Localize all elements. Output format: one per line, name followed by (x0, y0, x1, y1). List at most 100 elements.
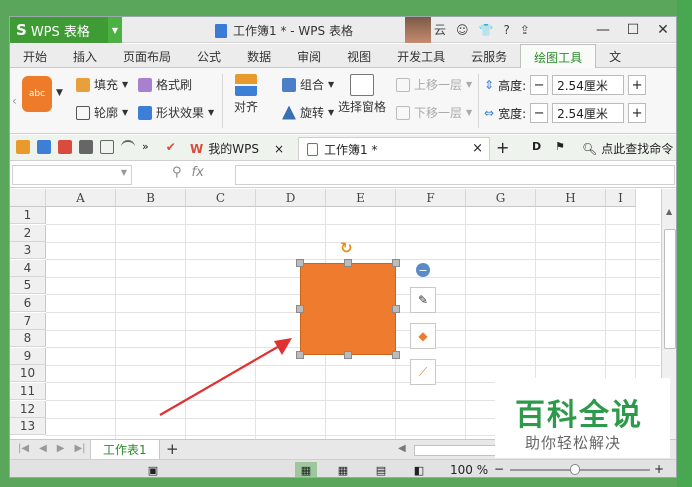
column-header-e[interactable]: E (326, 189, 396, 207)
macro-icon[interactable]: ▣ (142, 462, 164, 477)
zoom-formula-icon[interactable]: ⚲ (172, 165, 182, 180)
tab-data[interactable]: 数据 (234, 44, 284, 68)
align-button[interactable]: 对齐 (234, 74, 258, 115)
tab-view[interactable]: 视图 (334, 44, 384, 68)
tab-drawing-tools[interactable]: 绘图工具 (520, 44, 597, 69)
resize-handle[interactable] (296, 305, 304, 313)
chevron-down-icon[interactable]: ▼ (121, 168, 127, 177)
height-input[interactable]: 2.54厘米 (552, 75, 625, 95)
tab-page-layout[interactable]: 页面布局 (110, 44, 184, 68)
help-button[interactable]: ? (503, 23, 509, 37)
format-painter-button[interactable]: 格式刷 (138, 76, 192, 93)
tab-formula[interactable]: 公式 (184, 44, 234, 68)
sheet-tab-1[interactable]: 工作表1 (90, 440, 160, 460)
user-name[interactable]: 云 (434, 21, 446, 38)
horizontal-scrollbar[interactable] (414, 445, 504, 456)
bring-forward-button[interactable]: 上移一层 ▼ (396, 76, 472, 93)
page-break-view-icon[interactable]: ▦ (332, 462, 354, 477)
app-menu-button[interactable]: S WPS 表格 ▼ (10, 17, 122, 43)
row-header-6[interactable]: 6 (10, 295, 46, 312)
page-layout-view-icon[interactable]: ▤ (370, 462, 392, 477)
outline-color-icon[interactable]: ⟋ (410, 359, 436, 385)
face-icon[interactable]: ☺ (456, 23, 469, 37)
zoom-out-icon[interactable]: − (494, 462, 504, 476)
tab-text[interactable]: 文 (596, 44, 634, 68)
column-header-a[interactable]: A (46, 189, 116, 207)
resize-handle[interactable] (392, 259, 400, 267)
prev-sheet-icon[interactable]: ◀ (39, 443, 47, 454)
shape-style-preview[interactable]: abc (22, 76, 52, 112)
normal-view-icon[interactable]: ▦ (295, 462, 317, 477)
fx-icon[interactable]: fx (192, 165, 204, 180)
tab-cloud[interactable]: 云服务 (458, 44, 520, 68)
group-button[interactable]: 组合 ▼ (282, 76, 334, 93)
column-header-i[interactable]: I (606, 189, 636, 207)
fill-button[interactable]: 填充 ▼ (76, 76, 128, 93)
row-header-11[interactable]: 11 (10, 383, 46, 400)
row-header-2[interactable]: 2 (10, 224, 46, 242)
height-increase-button[interactable]: + (628, 75, 647, 95)
row-header-3[interactable]: 3 (10, 242, 46, 260)
close-icon[interactable]: × (274, 142, 284, 156)
select-all-corner[interactable] (10, 189, 46, 207)
row-header-9[interactable]: 9 (10, 347, 46, 365)
column-header-h[interactable]: H (536, 189, 606, 207)
tab-insert[interactable]: 插入 (60, 44, 110, 68)
row-header-12[interactable]: 12 (10, 400, 46, 418)
send-backward-button[interactable]: 下移一层 ▼ (396, 104, 472, 121)
shape-effect-button[interactable]: 形状效果 ▼ (138, 104, 214, 121)
my-wps-tab[interactable]: W 我的WPS × (190, 138, 284, 159)
row-header-10[interactable]: 10 (10, 365, 46, 383)
upload-icon[interactable]: ⇪ (520, 23, 530, 37)
close-icon[interactable]: ✕ (648, 17, 676, 43)
chevron-down-icon[interactable]: ▼ (108, 17, 122, 43)
tab-review[interactable]: 审阅 (284, 44, 334, 68)
reading-mode-icon[interactable]: ◧ (408, 462, 430, 477)
orange-rectangle-shape[interactable] (300, 263, 396, 355)
tab-developer[interactable]: 开发工具 (384, 44, 458, 68)
maximize-icon[interactable]: ☐ (618, 17, 648, 43)
width-decrease-button[interactable]: − (530, 103, 549, 123)
add-sheet-button[interactable]: + (166, 440, 179, 458)
resize-handle[interactable] (296, 351, 304, 359)
chevron-down-icon[interactable]: ▼ (56, 88, 63, 98)
d-icon[interactable]: D (532, 140, 541, 153)
row-header-7[interactable]: 7 (10, 312, 46, 330)
scroll-thumb[interactable] (664, 229, 676, 349)
width-input[interactable]: 2.54厘米 (552, 103, 625, 123)
row-header-1[interactable]: 1 (10, 207, 46, 224)
resize-handle[interactable] (392, 305, 400, 313)
resize-handle[interactable] (344, 259, 352, 267)
fill-color-icon[interactable]: ◆ (410, 323, 436, 349)
outline-button[interactable]: 轮廓 ▼ (76, 104, 128, 121)
rotate-handle-icon[interactable]: ↻ (340, 239, 353, 257)
avatar[interactable] (405, 17, 431, 43)
row-header-13[interactable]: 13 (10, 418, 46, 436)
workbook-tab[interactable]: 工作簿1 * × (298, 137, 490, 160)
zoom-slider-knob[interactable] (570, 464, 580, 475)
height-decrease-button[interactable]: − (530, 75, 549, 95)
rotate-button[interactable]: 旋转 ▼ (282, 104, 334, 121)
print-icon[interactable] (79, 140, 93, 154)
column-header-d[interactable]: D (256, 189, 326, 207)
next-sheet-icon[interactable]: ▶ (57, 443, 65, 454)
print-preview-icon[interactable] (100, 140, 114, 154)
hscroll-left-icon[interactable]: ◀ (398, 443, 406, 454)
undo-icon[interactable] (121, 140, 135, 154)
save-icon[interactable] (37, 140, 51, 154)
open-folder-icon[interactable] (16, 140, 30, 154)
more-icon[interactable]: » (142, 140, 149, 154)
minimize-icon[interactable]: — (588, 17, 618, 43)
close-icon[interactable]: × (472, 141, 483, 156)
resize-handle[interactable] (344, 351, 352, 359)
tab-home[interactable]: 开始 (10, 44, 60, 68)
column-header-g[interactable]: G (466, 189, 536, 207)
resize-handle[interactable] (392, 351, 400, 359)
resize-handle[interactable] (296, 259, 304, 267)
skin-icon[interactable]: 👕 (479, 23, 494, 37)
scroll-up-icon[interactable]: ▲ (666, 207, 672, 216)
edit-shape-icon[interactable]: ✎ (410, 287, 436, 313)
width-increase-button[interactable]: + (628, 103, 647, 123)
zoom-slider[interactable] (510, 469, 650, 471)
column-header-b[interactable]: B (116, 189, 186, 207)
